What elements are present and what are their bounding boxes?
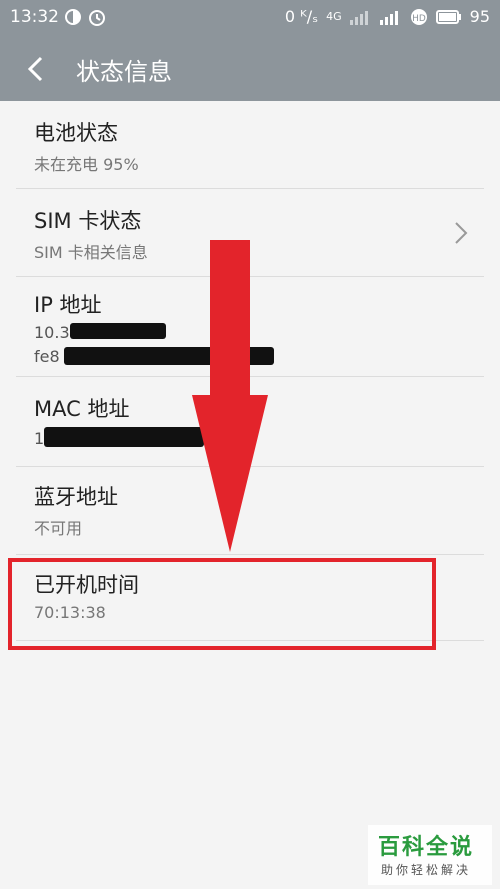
chevron-right-icon — [455, 222, 468, 244]
ip-line-2: fe8 — [34, 347, 60, 366]
redaction-scribble — [70, 323, 166, 339]
watermark: 百科全说 助你轻松解决 — [368, 825, 492, 885]
moon-icon — [65, 9, 81, 25]
mac-line: 1 — [34, 429, 45, 448]
alarm-icon — [89, 10, 105, 26]
chevron-left-icon — [27, 56, 43, 82]
watermark-title: 百科全说 — [378, 835, 475, 860]
highlight-box — [8, 558, 436, 650]
battery-icon — [435, 9, 461, 24]
status-time: 13:32 — [10, 7, 59, 27]
item-subtitle: 不可用 — [34, 519, 83, 538]
watermark-subtitle: 助你轻松解决 — [381, 863, 472, 877]
item-title: MAC 地址 — [34, 397, 130, 421]
svg-text:HD: HD — [412, 14, 426, 24]
status-bar: 13:32 0 ᴷ/ₛ 4G HD 95 — [0, 0, 500, 36]
signal-icon-2 — [379, 10, 398, 25]
item-title: SIM 卡状态 — [34, 209, 142, 233]
item-title: 蓝牙地址 — [34, 485, 118, 509]
network-type: 4G — [326, 10, 342, 23]
item-subtitle: 未在充电 95% — [34, 155, 139, 174]
battery-level: 95 — [469, 7, 490, 26]
redaction-scribble — [44, 427, 204, 447]
toolbar: 状态信息 — [0, 36, 500, 101]
network-speed: 0 ᴷ/ₛ — [284, 7, 319, 26]
signal-icon — [349, 10, 368, 25]
hd-icon: HD — [410, 8, 427, 25]
page-title: 状态信息 — [76, 58, 172, 86]
down-arrow-icon — [192, 240, 268, 552]
item-title: IP 地址 — [34, 293, 102, 317]
back-button[interactable] — [22, 54, 52, 84]
item-title: 电池状态 — [34, 121, 118, 145]
ip-line-1: 10.3 — [34, 323, 70, 342]
item-subtitle: SIM 卡相关信息 — [34, 243, 148, 262]
list-item-battery[interactable]: 电池状态 未在充电 95% — [0, 101, 500, 189]
